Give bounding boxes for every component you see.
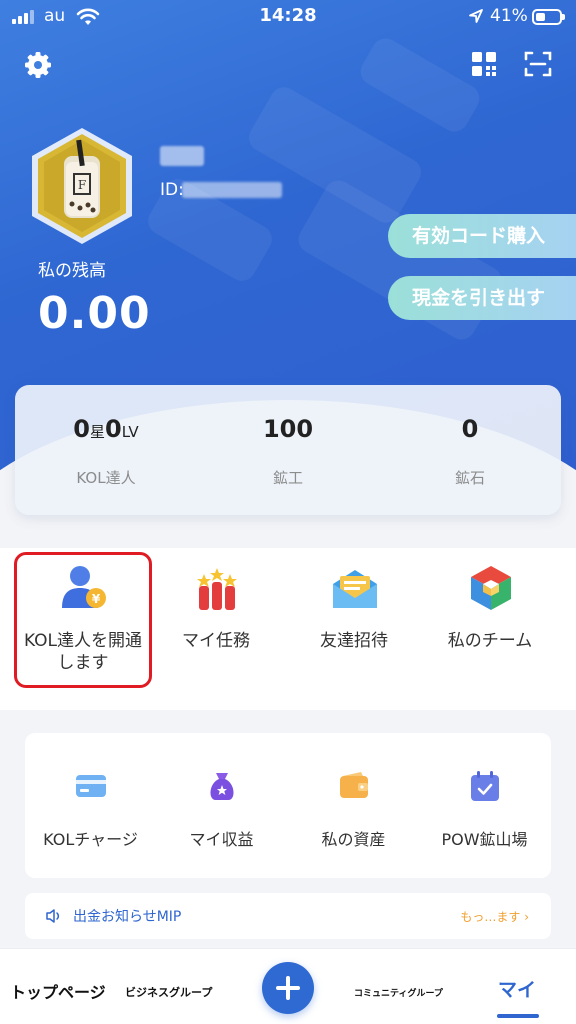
miner-label: 鉱工 bbox=[272, 469, 303, 487]
speaker-icon bbox=[46, 909, 60, 923]
scan-icon[interactable] bbox=[522, 48, 554, 80]
wallet-icon bbox=[340, 772, 368, 798]
invite-friends-button[interactable]: 友達招待 bbox=[282, 548, 426, 710]
buy-code-button[interactable]: 有効コード購入 bbox=[388, 214, 576, 258]
calendar-check-icon bbox=[471, 771, 499, 801]
my-earnings-button[interactable]: マイ収益 bbox=[156, 733, 287, 878]
wallet-card: KOLチャージ マイ収益 私の資産 POW鉱山場 bbox=[25, 733, 551, 878]
balance-value: 0.00 bbox=[38, 288, 151, 339]
my-assets-button[interactable]: 私の資産 bbox=[288, 733, 419, 878]
card-icon bbox=[76, 775, 106, 797]
money-bag-icon bbox=[210, 773, 234, 800]
add-plus-button[interactable] bbox=[262, 962, 314, 1014]
stat-ore[interactable]: 0 鉱石 bbox=[379, 385, 561, 515]
tab-community-group[interactable]: コミュニティグループ bbox=[354, 986, 443, 999]
stats-card: 0星0LV KOL達人 100 鉱工 0 鉱石 bbox=[15, 385, 561, 515]
notice-more-link[interactable]: もっ…ます › bbox=[460, 908, 529, 925]
chevron-right-icon: › bbox=[524, 910, 529, 924]
my-assets-label: 私の資産 bbox=[321, 830, 386, 849]
avatar[interactable]: F bbox=[30, 126, 134, 246]
kol-label: KOL達人 bbox=[76, 469, 136, 487]
pow-mine-label: POW鉱山場 bbox=[441, 830, 528, 849]
envelope-icon bbox=[333, 570, 377, 608]
withdraw-cash-button[interactable]: 現金を引き出す bbox=[388, 276, 576, 320]
kol-level-value: 0星0LV bbox=[73, 415, 139, 443]
settings-gear-icon[interactable] bbox=[22, 49, 54, 81]
background-decoration bbox=[355, 33, 485, 137]
notice-bar[interactable]: 出金お知らせMIP もっ…ます › bbox=[25, 893, 551, 939]
battery-percent: 41% bbox=[490, 6, 528, 26]
stat-miner[interactable]: 100 鉱工 bbox=[197, 385, 379, 515]
ore-value: 0 bbox=[461, 415, 479, 443]
my-team-button[interactable]: 私のチーム bbox=[418, 548, 562, 710]
status-bar: au 14:28 41% bbox=[0, 0, 576, 34]
highlight-outline bbox=[14, 552, 152, 688]
stat-kol-level[interactable]: 0星0LV KOL達人 bbox=[15, 385, 197, 515]
tab-business-group[interactable]: ビジネスグループ bbox=[125, 984, 212, 1000]
user-id-label: ID: bbox=[160, 180, 184, 200]
miner-value: 100 bbox=[262, 415, 314, 443]
balance-label: 私の残高 bbox=[38, 261, 106, 281]
task-bars-icon bbox=[197, 568, 237, 610]
team-cube-icon bbox=[471, 566, 511, 610]
my-earnings-label: マイ収益 bbox=[189, 830, 254, 849]
tab-home[interactable]: トップページ bbox=[10, 979, 106, 1003]
ore-label: 鉱石 bbox=[454, 469, 485, 487]
kol-charge-button[interactable]: KOLチャージ bbox=[25, 733, 156, 878]
qr-code-icon[interactable] bbox=[468, 48, 500, 80]
user-name-blurred bbox=[160, 146, 204, 166]
my-tasks-label: マイ任務 bbox=[182, 631, 250, 651]
notice-text: 出金お知らせMIP bbox=[73, 909, 182, 925]
user-id-blurred bbox=[182, 182, 282, 198]
tab-my[interactable]: マイ bbox=[498, 975, 536, 1002]
location-arrow-icon bbox=[469, 9, 483, 23]
battery-icon bbox=[532, 9, 565, 25]
active-tab-indicator bbox=[497, 1014, 539, 1018]
kol-charge-label: KOLチャージ bbox=[43, 830, 138, 849]
my-tasks-button[interactable]: マイ任務 bbox=[144, 548, 288, 710]
my-team-label: 私のチーム bbox=[447, 631, 533, 651]
svg-text:F: F bbox=[78, 178, 86, 192]
pow-mine-button[interactable]: POW鉱山場 bbox=[419, 733, 550, 878]
invite-friends-label: 友達招待 bbox=[320, 631, 388, 651]
